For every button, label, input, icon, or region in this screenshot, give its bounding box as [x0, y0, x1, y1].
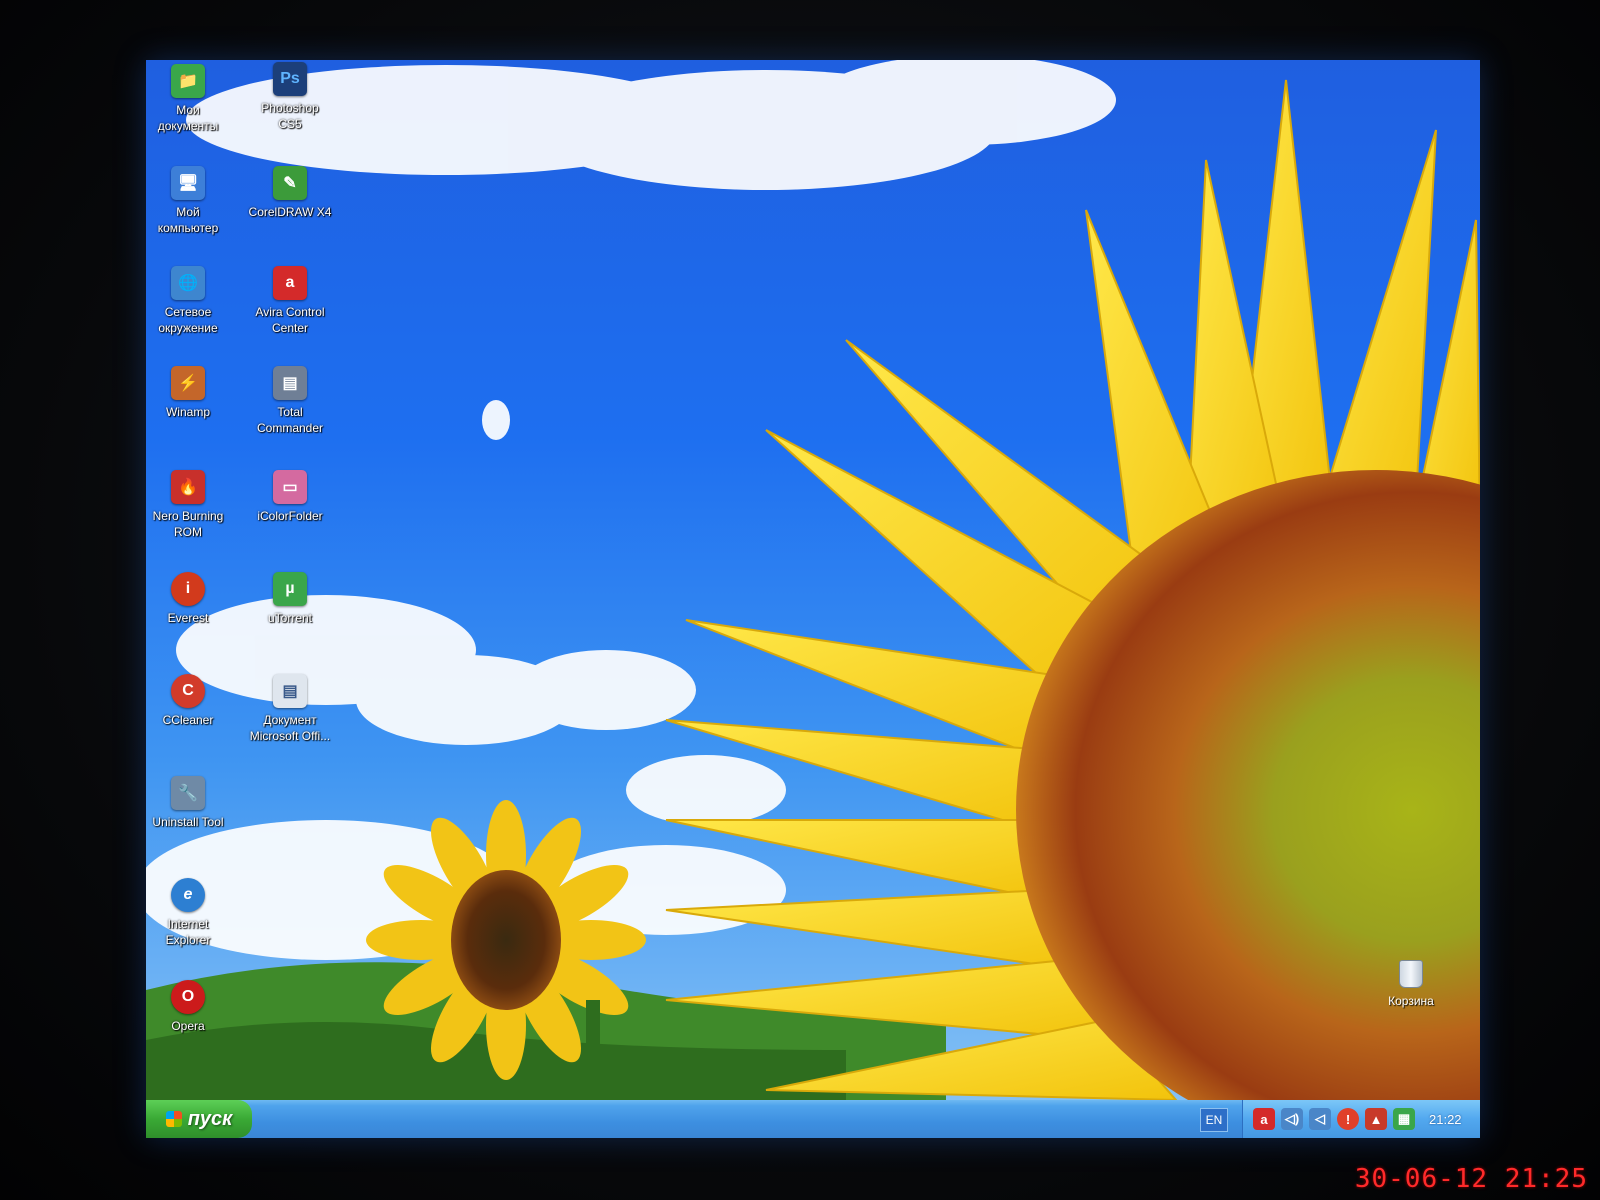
- word-document-icon: ▤: [273, 674, 307, 708]
- desktop-icon-icolorfolder[interactable]: ▭ iColorFolder: [244, 470, 336, 524]
- network-tray-icon[interactable]: ▦: [1393, 1108, 1415, 1130]
- warning-icon[interactable]: !: [1337, 1108, 1359, 1130]
- desktop-icon-ccleaner[interactable]: C CCleaner: [146, 674, 234, 728]
- avira-tray-icon[interactable]: a: [1253, 1108, 1275, 1130]
- total-commander-icon: ▤: [273, 366, 307, 400]
- desktop-icon-recycle-bin[interactable]: Корзина: [1376, 960, 1446, 1010]
- windows-logo-icon: [165, 1111, 182, 1127]
- desktop-icon-total-commander[interactable]: ▤ Total Commander: [244, 366, 336, 436]
- coreldraw-icon: ✎: [273, 166, 307, 200]
- desktop-screen: 📁 Мои документы 🖥 Мой компьютер 🌐 Сетево…: [146, 60, 1480, 1138]
- desktop-icon-everest[interactable]: i Everest: [146, 572, 234, 626]
- desktop-icon-nero[interactable]: 🔥 Nero Burning ROM: [146, 470, 234, 540]
- photoshop-icon: Ps: [273, 62, 307, 96]
- desktop-icon-network-places[interactable]: 🌐 Сетевое окружение: [146, 266, 234, 336]
- volume-icon[interactable]: ◁): [1281, 1108, 1303, 1130]
- winamp-icon: ⚡: [171, 366, 205, 400]
- my-computer-icon: 🖥: [171, 166, 205, 200]
- opera-icon: O: [171, 980, 205, 1014]
- desktop-icon-winamp[interactable]: ⚡ Winamp: [146, 366, 234, 420]
- desktop-icon-my-documents[interactable]: 📁 Мои документы: [146, 64, 234, 134]
- camera-date-stamp: 30-06-12 21:25: [1354, 1164, 1588, 1194]
- desktop-icon-opera[interactable]: O Opera: [146, 980, 234, 1034]
- uninstall-tool-icon: 🔧: [171, 776, 205, 810]
- desktop-icon-word-document[interactable]: ▤ Документ Microsoft Offi...: [244, 674, 336, 744]
- nero-icon: 🔥: [171, 470, 205, 504]
- icolorfolder-icon: ▭: [273, 470, 307, 504]
- sunflower-wallpaper: [146, 60, 1480, 1100]
- desktop-icon-utorrent[interactable]: µ uTorrent: [244, 572, 336, 626]
- desktop-icon-avira[interactable]: a Avira Control Center: [244, 266, 336, 336]
- start-button[interactable]: пуск: [146, 1100, 252, 1138]
- desktop-icon-my-computer[interactable]: 🖥 Мой компьютер: [146, 166, 234, 236]
- ccleaner-icon: C: [171, 674, 205, 708]
- avira-icon: a: [273, 266, 307, 300]
- volume-mute-icon[interactable]: ◁: [1309, 1108, 1331, 1130]
- safely-remove-icon[interactable]: ▲: [1365, 1108, 1387, 1130]
- taskbar: пуск EN a ◁) ◁ ! ▲ ▦ 21:22: [146, 1100, 1480, 1138]
- desktop-icon-coreldraw[interactable]: ✎ CorelDRAW X4: [244, 166, 336, 220]
- recycle-bin-icon: [1399, 960, 1423, 988]
- system-tray: a ◁) ◁ ! ▲ ▦ 21:22: [1242, 1100, 1480, 1138]
- language-indicator[interactable]: EN: [1200, 1108, 1228, 1132]
- internet-explorer-icon: e: [171, 878, 205, 912]
- everest-icon: i: [171, 572, 205, 606]
- desktop-icon-internet-explorer[interactable]: e Internet Explorer: [146, 878, 234, 948]
- network-places-icon: 🌐: [171, 266, 205, 300]
- clock[interactable]: 21:22: [1429, 1112, 1462, 1127]
- start-button-label: пуск: [187, 1107, 233, 1130]
- utorrent-icon: µ: [273, 572, 307, 606]
- desktop-icon-uninstall-tool[interactable]: 🔧 Uninstall Tool: [146, 776, 234, 830]
- my-documents-icon: 📁: [171, 64, 205, 98]
- desktop-icon-photoshop[interactable]: Ps Photoshop CS5: [244, 62, 336, 132]
